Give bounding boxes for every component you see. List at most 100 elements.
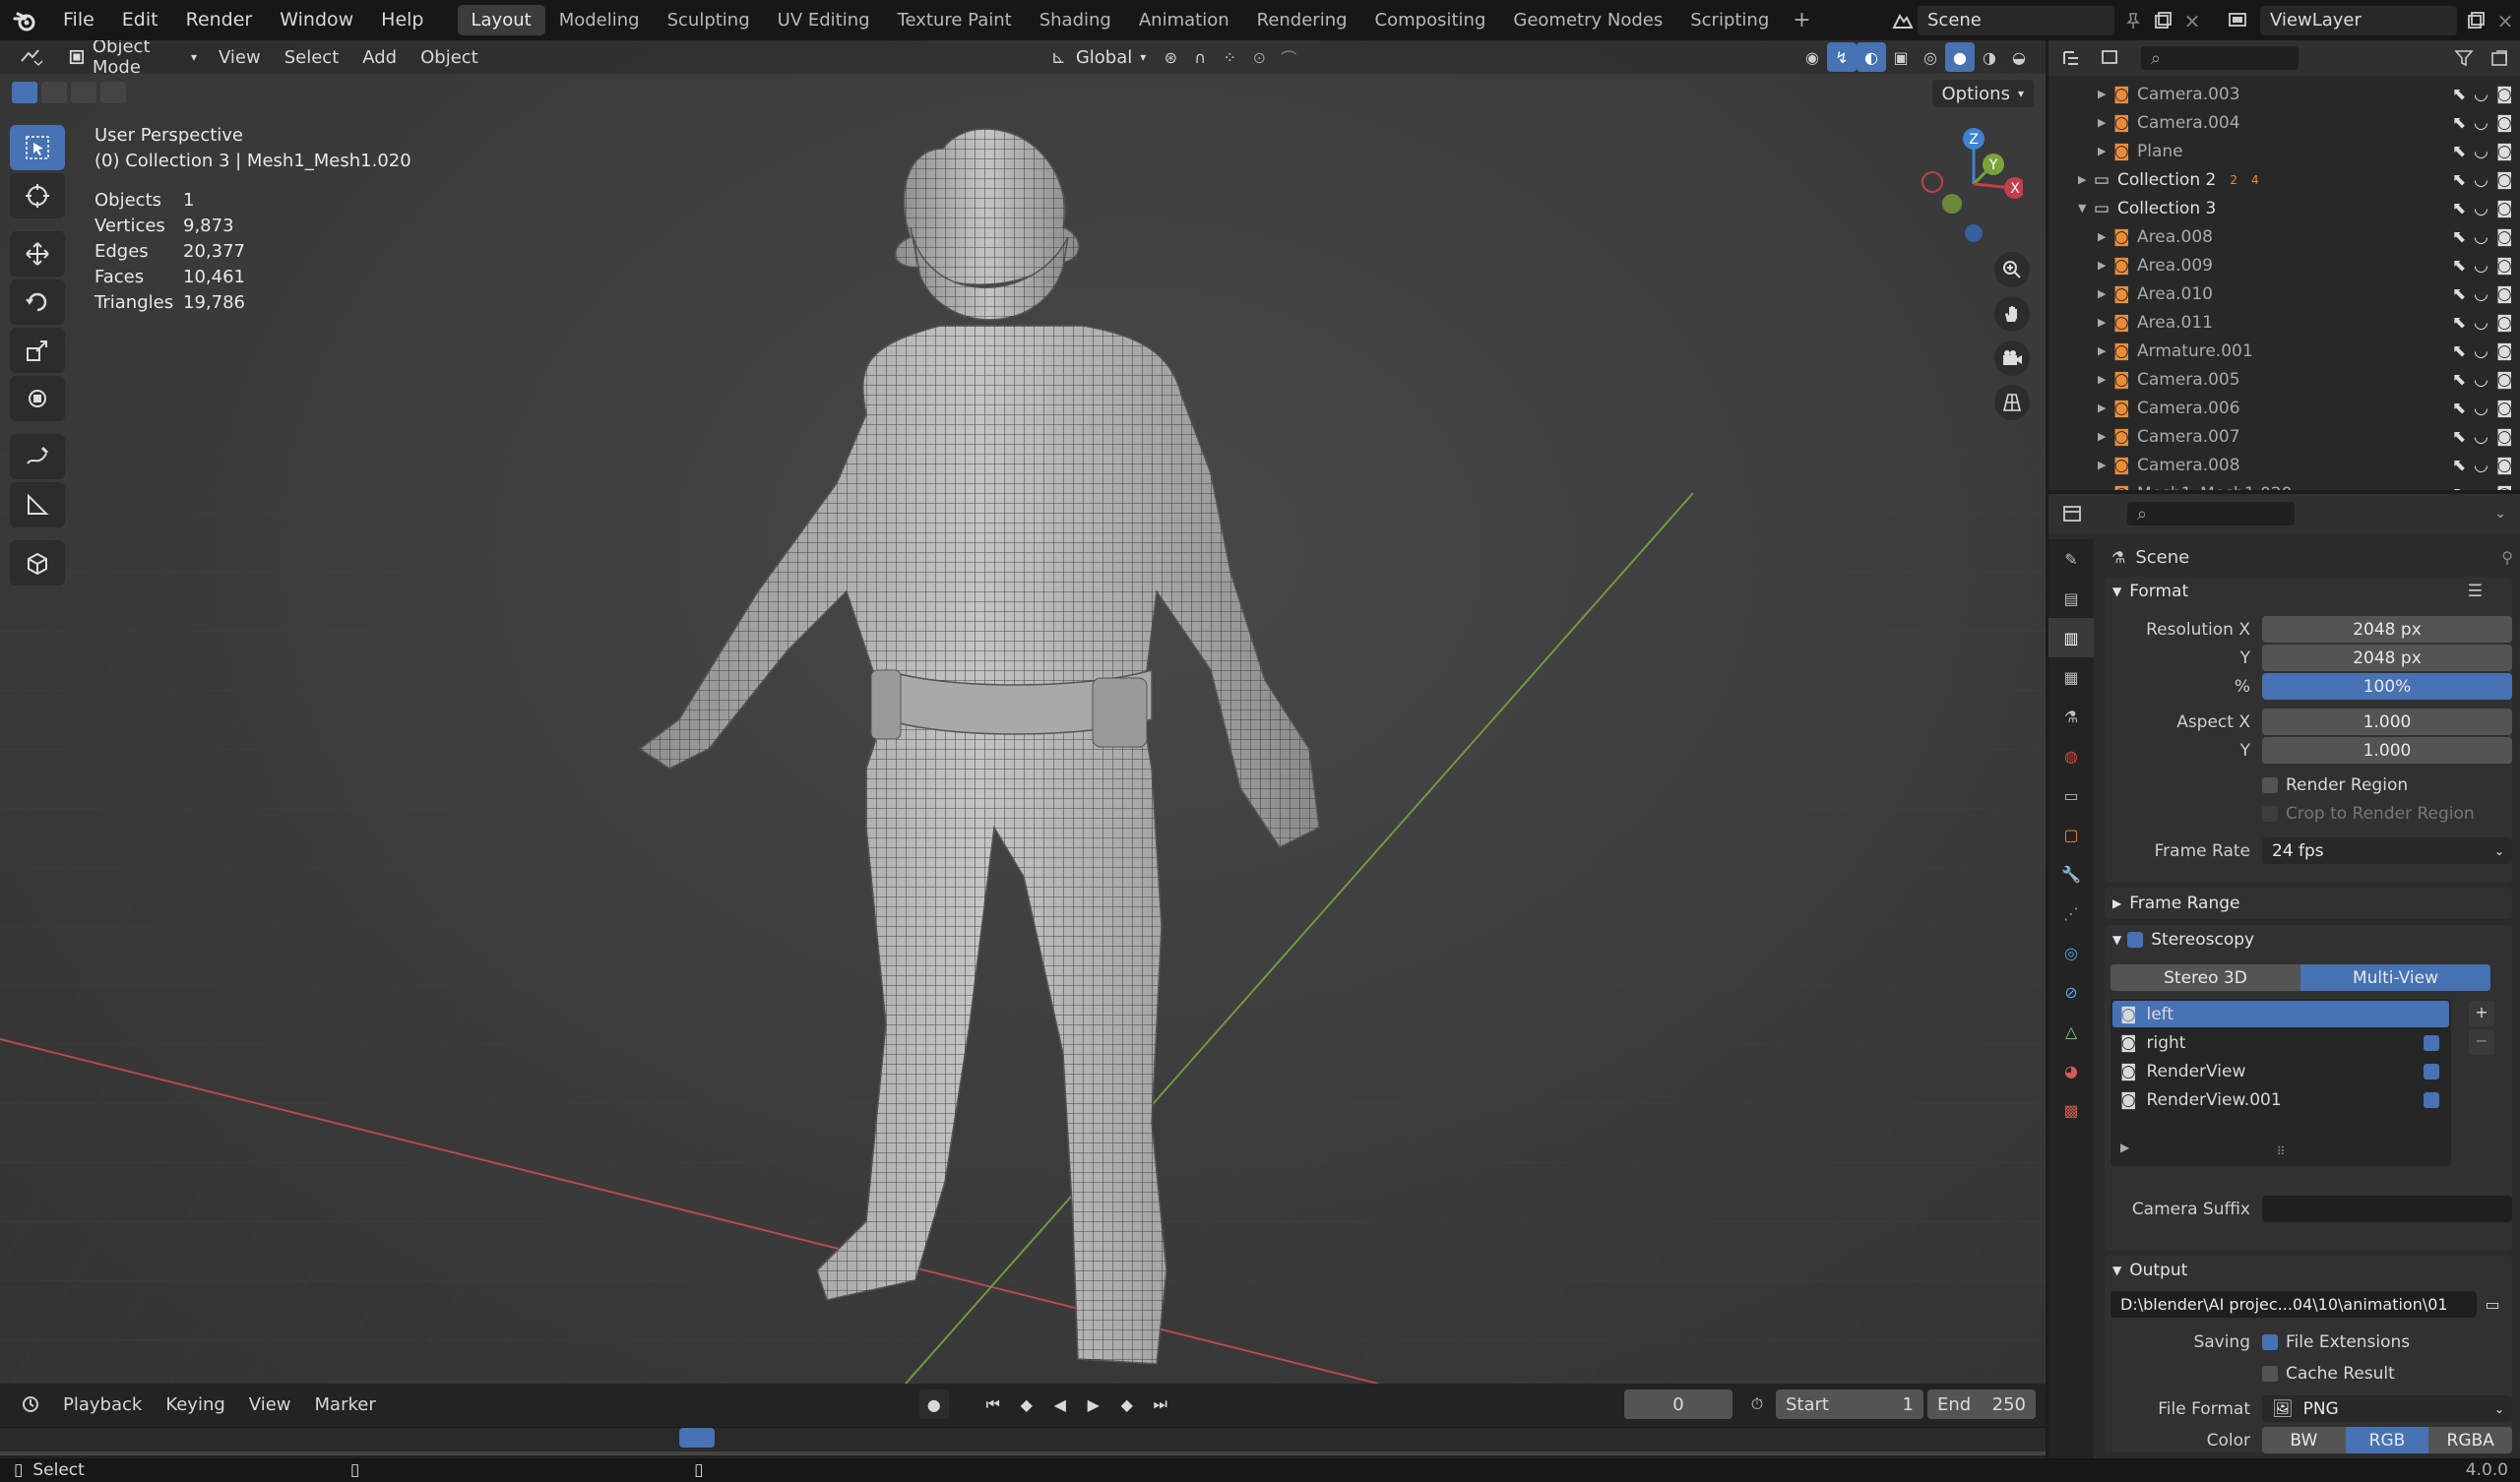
tab-collection-icon[interactable]: ▭ xyxy=(2048,775,2094,815)
selectable-icon[interactable]: ⬉ xyxy=(2452,456,2466,475)
file-extensions-checkbox[interactable] xyxy=(2262,1333,2278,1350)
menu-help[interactable]: Help xyxy=(367,0,437,40)
tab-uv-editing[interactable]: UV Editing xyxy=(764,5,884,35)
tab-modifier-icon[interactable]: 🔧 xyxy=(2048,854,2094,894)
selectable-icon[interactable]: ⬉ xyxy=(2452,313,2466,333)
pivot-icon[interactable]: ⊛ xyxy=(1156,42,1185,72)
filter-icon[interactable] xyxy=(2449,43,2479,73)
blender-logo-icon[interactable] xyxy=(10,6,39,35)
new-collection-icon[interactable] xyxy=(2485,43,2514,73)
format-header[interactable]: ▼ Format ☰ xyxy=(2105,577,2512,606)
pin-icon[interactable]: ⚲ xyxy=(2501,548,2513,567)
outliner-row[interactable]: ▶ ◙ Camera.007 ⬉ ◡ ◙ xyxy=(2048,422,2520,451)
viewport-menu-select[interactable]: Select xyxy=(273,47,351,68)
menu-window[interactable]: Window xyxy=(266,0,367,40)
camera-render-icon[interactable]: ◙ xyxy=(2496,227,2513,247)
tab-scene-icon[interactable]: ⚗ xyxy=(2048,697,2094,736)
timeline-menu-marker[interactable]: Marker xyxy=(303,1394,388,1415)
outliner-row[interactable]: ▶ ◙ Camera.003 ⬉ ◡ ◙ xyxy=(2048,80,2520,108)
xray-toggle-icon[interactable]: ▣ xyxy=(1886,42,1916,72)
pan-hand-icon[interactable] xyxy=(1994,296,2030,332)
viewport-menu-object[interactable]: Object xyxy=(409,47,490,68)
eye-icon[interactable]: ◡ xyxy=(2474,284,2488,304)
resolution-x-field[interactable]: 2048 px xyxy=(2262,616,2512,643)
outliner-row[interactable]: ▶ ◙ Camera.006 ⬉ ◡ ◙ xyxy=(2048,394,2520,422)
proportional-edit-icon[interactable]: ⊙ xyxy=(1244,42,1274,72)
outliner-row[interactable]: ▶◙Mesh1_Mesh1.020⬉◡◙ xyxy=(2048,479,2520,491)
aspect-x-field[interactable]: 1.000 xyxy=(2262,709,2512,735)
add-view-button[interactable]: + xyxy=(2469,1001,2494,1026)
view-enabled-checkbox[interactable] xyxy=(2424,1091,2439,1108)
output-path-input[interactable]: D:\blender\AI projec...04\10\animation\0… xyxy=(2110,1291,2477,1318)
tab-material-icon[interactable]: ◕ xyxy=(2048,1051,2094,1090)
expand-arrow-icon[interactable]: ▶ xyxy=(2098,259,2113,272)
start-frame-field[interactable]: Start 1 xyxy=(1776,1389,1923,1419)
eye-icon[interactable]: ◡ xyxy=(2474,142,2488,161)
eye-icon[interactable]: ◡ xyxy=(2474,456,2488,475)
delete-scene-icon[interactable]: × xyxy=(2177,6,2207,35)
3d-viewport[interactable]: Object Mode ▾ View Select Add Object ⊾ G… xyxy=(0,40,2046,1384)
scene-icon[interactable] xyxy=(1888,6,1918,35)
tab-rendering[interactable]: Rendering xyxy=(1243,5,1361,35)
camera-render-icon[interactable]: ◙ xyxy=(2496,85,2513,104)
timeline-editor-icon[interactable] xyxy=(12,1389,51,1419)
resolution-percent-slider[interactable]: 100% xyxy=(2262,673,2512,700)
tab-sculpting[interactable]: Sculpting xyxy=(654,5,764,35)
perspective-toggle-icon[interactable] xyxy=(1994,385,2030,420)
camera-render-icon[interactable]: ◙ xyxy=(2496,456,2513,475)
tab-particles-icon[interactable]: ⋰ xyxy=(2048,894,2094,933)
outliner-row[interactable]: ▶ ◙ Area.008 ⬉ ◡ ◙ xyxy=(2048,222,2520,251)
camera-render-icon[interactable]: ◙ xyxy=(2496,313,2513,333)
view-list-item[interactable]: ◙ RenderView.001 xyxy=(2112,1086,2449,1113)
next-keyframe-icon[interactable]: ◆ xyxy=(1112,1389,1142,1419)
add-cube-tool-icon[interactable] xyxy=(10,540,65,586)
view-list-item[interactable]: ◙ left xyxy=(2112,1001,2449,1027)
camera-render-icon[interactable]: ◙ xyxy=(2496,484,2513,491)
measure-tool-icon[interactable] xyxy=(10,482,65,527)
record-icon[interactable]: ● xyxy=(918,1389,949,1419)
camera-render-icon[interactable]: ◙ xyxy=(2496,113,2513,133)
expand-arrow-icon[interactable]: ▶ xyxy=(2098,373,2113,386)
end-frame-field[interactable]: End 250 xyxy=(1927,1389,2036,1419)
eye-icon[interactable]: ◡ xyxy=(2474,256,2488,276)
snap-magnet-icon[interactable]: ∩ xyxy=(1185,42,1215,72)
solid-shading-icon[interactable]: ● xyxy=(1945,42,1975,72)
eye-icon[interactable]: ◡ xyxy=(2474,313,2488,333)
cache-result-checkbox[interactable] xyxy=(2262,1365,2278,1382)
remove-view-button[interactable]: − xyxy=(2469,1029,2494,1055)
selectable-icon[interactable]: ⬉ xyxy=(2452,484,2466,491)
eye-icon[interactable]: ◡ xyxy=(2474,113,2488,133)
tab-constraints-icon[interactable]: ⊘ xyxy=(2048,972,2094,1012)
selectable-icon[interactable]: ⬉ xyxy=(2452,256,2466,276)
color-rgba-button[interactable]: RGBA xyxy=(2428,1427,2513,1453)
outliner-row[interactable]: ▶ ◙ Armature.001 ⬉ ◡ ◙ xyxy=(2048,337,2520,365)
selectable-icon[interactable]: ⬉ xyxy=(2452,427,2466,447)
expand-arrow-icon[interactable]: ▶ xyxy=(2098,344,2113,357)
outliner-editor-icon[interactable] xyxy=(2058,43,2088,73)
properties-search-input[interactable]: ⌕ xyxy=(2127,502,2295,525)
eye-icon[interactable]: ◡ xyxy=(2474,85,2488,104)
expand-arrow-icon[interactable]: ▶ xyxy=(2098,459,2113,471)
crop-checkbox[interactable] xyxy=(2262,805,2278,822)
selectable-icon[interactable]: ⬉ xyxy=(2452,85,2466,104)
eye-icon[interactable]: ◡ xyxy=(2474,399,2488,418)
tab-layout[interactable]: Layout xyxy=(457,5,545,35)
outliner-row[interactable]: ▶ ◙ Camera.004 ⬉ ◡ ◙ xyxy=(2048,108,2520,137)
expand-arrow-icon[interactable]: ▶ xyxy=(2098,316,2113,329)
outliner-row[interactable]: ▶ ◙ Area.011 ⬉ ◡ ◙ xyxy=(2048,308,2520,337)
expand-arrow-icon[interactable]: ▶ xyxy=(2098,230,2113,243)
select-box-tool-icon[interactable] xyxy=(10,125,65,170)
tab-texture-paint[interactable]: Texture Paint xyxy=(884,5,1026,35)
outliner-row[interactable]: ▶ ▭ Collection 2 2 4 ⬉ ◡ ◙ xyxy=(2048,165,2520,194)
camera-render-icon[interactable]: ◙ xyxy=(2496,170,2513,190)
options-dropdown[interactable]: Options ▾ xyxy=(1931,80,2034,107)
transform-tool-icon[interactable] xyxy=(10,376,65,421)
expand-arrow-icon[interactable]: ▶ xyxy=(2098,401,2113,414)
add-workspace-button[interactable]: + xyxy=(1783,8,1820,32)
zoom-icon[interactable] xyxy=(1994,252,2030,287)
view-layer-field[interactable]: ViewLayer xyxy=(2260,5,2457,35)
folder-icon[interactable]: ▭ xyxy=(2477,1291,2508,1318)
camera-render-icon[interactable]: ◙ xyxy=(2496,427,2513,447)
view-layer-icon[interactable] xyxy=(2217,6,2260,35)
stopwatch-icon[interactable]: ⏱ xyxy=(1742,1389,1772,1419)
